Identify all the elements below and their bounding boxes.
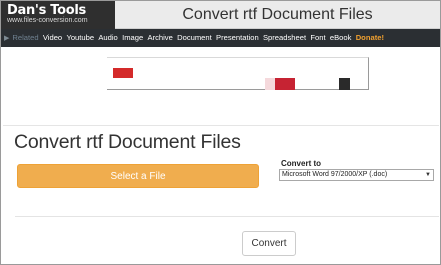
nav-item-document[interactable]: Document — [177, 29, 212, 47]
format-select-value: Microsoft Word 97/2000/XP (.doc) — [282, 171, 388, 178]
ad-block-pink — [265, 78, 275, 90]
header-title: Convert rtf Document Files — [182, 6, 373, 23]
site-logo[interactable]: Dan's Tools www.files-conversion.com — [1, 1, 115, 29]
ad-block-red — [113, 68, 133, 78]
chevron-right-icon: ▶ — [4, 35, 10, 42]
nav-item-video[interactable]: Video — [43, 29, 62, 47]
nav-item-spreadsheet[interactable]: Spreadsheet — [263, 29, 306, 47]
ad-banner[interactable] — [107, 57, 369, 90]
ad-block-crimson — [275, 78, 295, 90]
logo-subtitle: www.files-conversion.com — [7, 17, 88, 24]
nav-item-archive[interactable]: Archive — [148, 29, 173, 47]
select-file-button[interactable]: Select a File — [17, 164, 259, 188]
nav-item-presentation[interactable]: Presentation — [216, 29, 259, 47]
convert-button[interactable]: Convert — [242, 231, 296, 256]
dropdown-arrow-icon: ▼ — [425, 172, 431, 178]
nav-item-audio[interactable]: Audio — [98, 29, 117, 47]
page-title: Convert rtf Document Files — [14, 131, 241, 153]
ad-block-dark — [339, 78, 350, 90]
browser-frame: Dan's Tools www.files-conversion.com Con… — [0, 0, 441, 265]
nav-item-youtube[interactable]: Youtube — [66, 29, 94, 47]
convert-to-label: Convert to — [281, 159, 321, 168]
nav-bar: ▶ Related Video Youtube Audio Image Arch… — [1, 29, 440, 47]
nav-item-font[interactable]: Font — [310, 29, 325, 47]
format-select[interactable]: Microsoft Word 97/2000/XP (.doc) ▼ — [279, 169, 434, 181]
nav-item-related: Related — [12, 33, 39, 42]
divider — [15, 216, 439, 217]
nav-item-donate[interactable]: Donate! — [356, 29, 384, 47]
site-header: Dan's Tools www.files-conversion.com Con… — [1, 1, 440, 29]
nav-item-image[interactable]: Image — [122, 29, 143, 47]
nav-item-ebook[interactable]: eBook — [330, 29, 352, 47]
logo-title: Dan's Tools — [7, 3, 86, 18]
